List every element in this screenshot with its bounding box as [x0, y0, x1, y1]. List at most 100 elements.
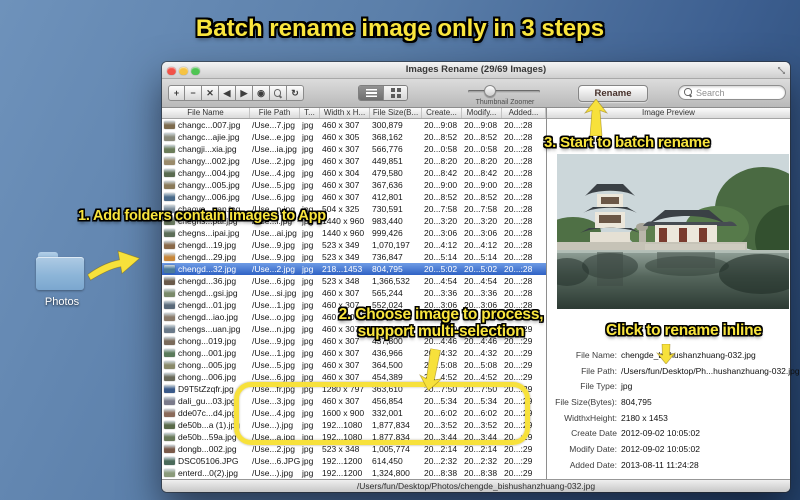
- cell: 565,244: [372, 288, 403, 298]
- next-button[interactable]: ▶: [236, 85, 253, 101]
- cell: changy...005.jpg: [162, 179, 250, 191]
- table-row[interactable]: changy...004.jpg/Use...4.jpg jpg 460 x 304…: [162, 167, 546, 179]
- toolbar-button-group: + − ✕ ◀ ▶ ◉ ↻: [168, 85, 304, 101]
- column-header-0[interactable]: File Name: [162, 108, 250, 118]
- fullscreen-icon[interactable]: [777, 66, 786, 75]
- cell: 20...9:08: [424, 120, 458, 130]
- cell: 1440 x 960: [322, 216, 365, 226]
- minimize-button[interactable]: [179, 66, 188, 75]
- zoom-window-button[interactable]: [191, 66, 200, 75]
- cell: changy...004.jpg: [162, 167, 250, 179]
- quick-look-button[interactable]: ◉: [253, 85, 270, 101]
- cell: 614,450: [372, 456, 403, 466]
- table-row[interactable]: chengd...19.jpg/Use...9.jpg jpg 523 x 349 1…: [162, 239, 546, 251]
- table-row[interactable]: changc...ajie.jpg/Use...e.jpg jpg 460 x 30…: [162, 131, 546, 143]
- preview-field-value[interactable]: /Users/fun/Desktop/Ph...hushanzhuang-032…: [621, 364, 800, 380]
- remove-button[interactable]: −: [185, 85, 202, 101]
- cell: 20...7:58: [424, 204, 458, 214]
- thumbnail-icon: [164, 361, 175, 369]
- table-row[interactable]: changy...002.jpg/Use...2.jpg jpg 460 x 307…: [162, 155, 546, 167]
- preview-field-value[interactable]: 2012-09-02 10:05:02: [621, 426, 700, 442]
- column-header-6[interactable]: Modify...: [462, 108, 502, 118]
- table-row[interactable]: changc...007.jpg/Use...7.jpg jpg 460 x 307…: [162, 119, 546, 131]
- preview-field-value[interactable]: 804,795: [621, 395, 652, 411]
- table-row[interactable]: changji...xia.jpg/Use...ia.jpg jpg 460 x 3…: [162, 143, 546, 155]
- table-row[interactable]: chong...005.jpg/Use...5.jpg jpg 460 x 307 3…: [162, 359, 546, 371]
- column-header-1[interactable]: File Path: [250, 108, 300, 118]
- table-row[interactable]: changy...005.jpg/Use...5.jpg jpg 460 x 307…: [162, 179, 546, 191]
- table-row[interactable]: changy...006.jpg/Use...6.jpg jpg 460 x 307…: [162, 191, 546, 203]
- thumbnail-zoomer-knob[interactable]: [483, 85, 496, 97]
- cell: chengd...29.jpg: [162, 251, 250, 263]
- cell: jpg: [302, 192, 314, 202]
- window-titlebar[interactable]: Images Rename (29/69 Images): [162, 62, 790, 79]
- table-row[interactable]: chengd...32.jpg/Use...2.jpg jpg 218...1453…: [162, 263, 546, 275]
- cell: DSC05106.JPG: [162, 455, 250, 467]
- cell: /Use...9.jpg: [252, 336, 295, 346]
- refresh-button[interactable]: ↻: [287, 85, 304, 101]
- previous-button[interactable]: ◀: [219, 85, 236, 101]
- cell: 20...9:08: [464, 120, 498, 130]
- search-placeholder: Search: [696, 87, 725, 98]
- thumbnail-icon: [164, 397, 175, 405]
- close-button[interactable]: [167, 66, 176, 75]
- arrow-to-rename-icon: [584, 99, 608, 136]
- cell: chengd...36.jpg: [162, 275, 250, 287]
- cell: chengs...uan.jpg: [162, 323, 250, 335]
- column-header-7[interactable]: Added...: [502, 108, 546, 118]
- preview-field: Modify Date: 2012-09-02 10:05:02: [547, 442, 789, 458]
- cell: changc...007.jpg: [162, 119, 250, 131]
- cell: 460 x 307: [322, 156, 360, 166]
- cell: jpg: [302, 348, 314, 358]
- arrow-to-filename-icon: [656, 344, 676, 364]
- thumbnail-icon: [164, 421, 175, 429]
- column-header-4[interactable]: File Size(B...: [370, 108, 422, 118]
- cell: changji...xia.jpg: [162, 143, 250, 155]
- zoom-button[interactable]: [270, 85, 287, 101]
- cell: chegns...ipai.jpg: [162, 227, 250, 239]
- column-header-2[interactable]: T...: [300, 108, 320, 118]
- search-icon: [684, 88, 693, 97]
- cell: 20...:28: [504, 132, 533, 142]
- table-row[interactable]: enterd...0(2).jpg/Use...).jpg jpg 192...12…: [162, 467, 546, 479]
- thumbnail-icon: [164, 193, 175, 201]
- cell: 20...:29: [504, 456, 533, 466]
- photos-folder-icon[interactable]: Photos: [36, 250, 88, 312]
- table-row[interactable]: chengd...gsi.jpg/Use...si.jpg jpg 460 x 30…: [162, 287, 546, 299]
- cell: 218...1453: [322, 264, 363, 274]
- preview-field-value[interactable]: 2180 x 1453: [621, 411, 668, 427]
- cell: 20...:28: [504, 288, 533, 298]
- column-header-3[interactable]: Width x H...: [320, 108, 370, 118]
- cell: 20...5:08: [464, 360, 498, 370]
- cell: changy...002.jpg: [162, 155, 250, 167]
- table-row[interactable]: chegns...ipai.jpg/Use...ai.jpg jpg 1440 x …: [162, 227, 546, 239]
- search-input[interactable]: Search: [678, 85, 786, 100]
- cell: jpg: [302, 168, 314, 178]
- add-button[interactable]: +: [168, 85, 185, 101]
- delete-button[interactable]: ✕: [202, 85, 219, 101]
- cell: /Use...6.jpg: [252, 276, 295, 286]
- annotation-step2: 2. Choose image to process, support mult…: [332, 306, 550, 340]
- table-row[interactable]: chong...001.jpg/Use...1.jpg jpg 460 x 307 4…: [162, 347, 546, 359]
- thumbnail-icon: [164, 457, 175, 465]
- column-header-5[interactable]: Create...: [422, 108, 462, 118]
- preview-field: Added Date: 2013-08-11 11:24:28: [547, 458, 789, 474]
- table-row[interactable]: chengd...36.jpg/Use...6.jpg jpg 523 x 348 1…: [162, 275, 546, 287]
- preview-field-value[interactable]: jpg: [621, 379, 632, 395]
- list-view-button[interactable]: [359, 86, 383, 100]
- cell: 566,776: [372, 144, 403, 154]
- preview-field-value[interactable]: 2012-09-02 10:05:02: [621, 442, 700, 458]
- cell: 20...8:20: [464, 156, 498, 166]
- thumbnail-icon: [164, 265, 175, 273]
- grid-view-button[interactable]: [383, 86, 407, 100]
- thumbnail-icon: [164, 241, 175, 249]
- thumbnail-zoomer-track[interactable]: [468, 90, 540, 93]
- cell: 20...8:52: [464, 192, 498, 202]
- multi-selection-highlight: [234, 382, 530, 445]
- table-row[interactable]: chengd...29.jpg/Use...9.jpg jpg 523 x 349 7…: [162, 251, 546, 263]
- preview-field-value[interactable]: 2013-08-11 11:24:28: [621, 458, 699, 474]
- preview-field-value[interactable]: chengde_bishushanzhuang-032.jpg: [621, 348, 756, 364]
- table-row[interactable]: DSC05106.JPG/Use...6.JPG jpg 192...1200 614…: [162, 455, 546, 467]
- cell: 20...3:06: [424, 228, 458, 238]
- cell: 523 x 349: [322, 252, 360, 262]
